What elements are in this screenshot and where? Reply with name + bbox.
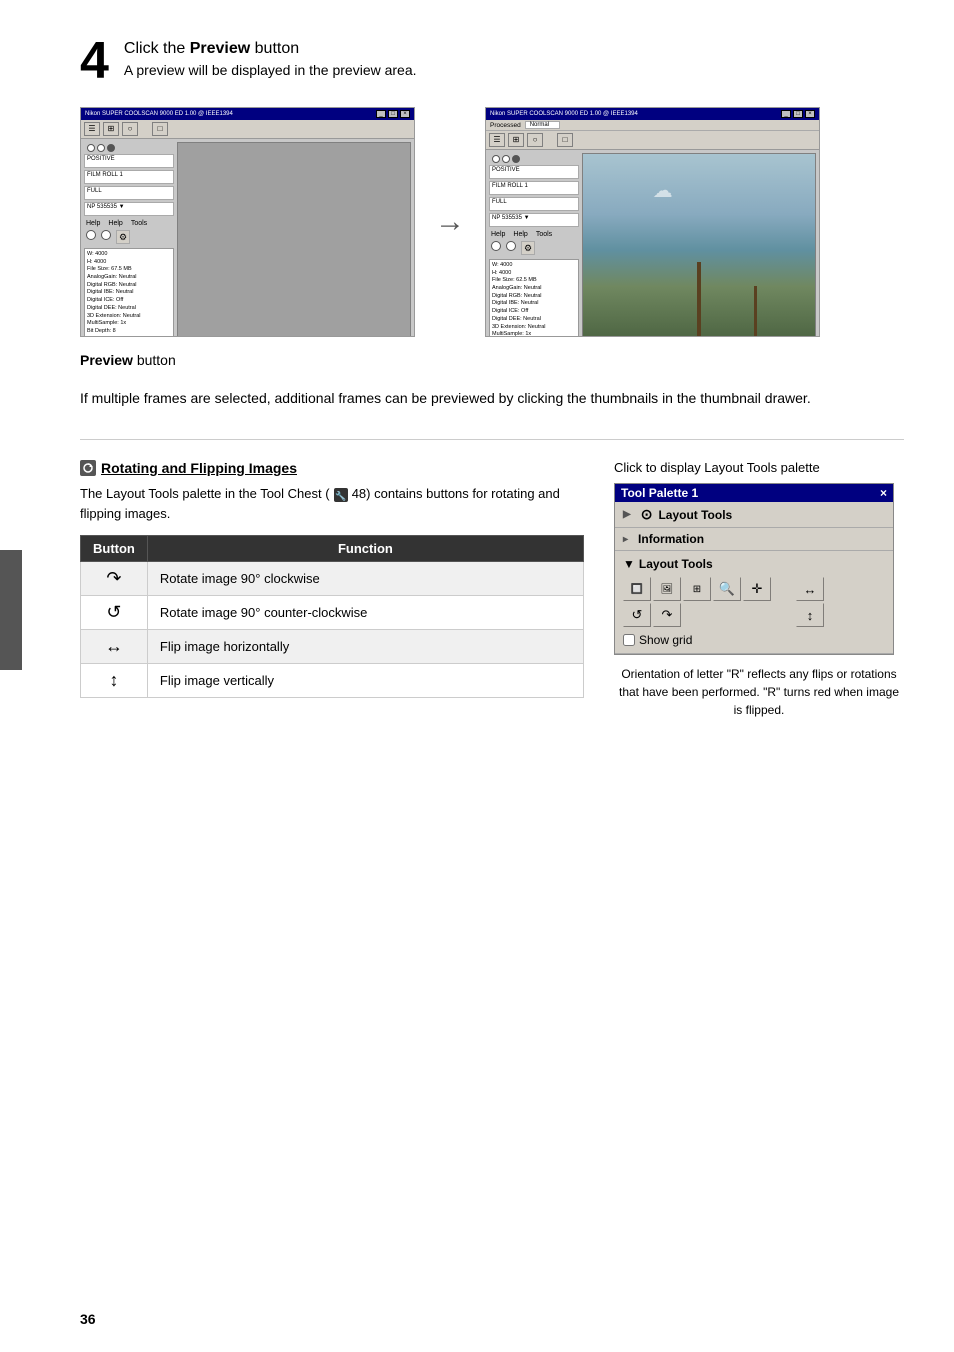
arrow-right: → [435,205,465,239]
col-button-header: Button [81,536,148,562]
step-heading: Click the Preview button [124,40,417,58]
table-row: ↷Rotate image 90° clockwise [81,562,584,596]
function-cell: Flip image vertically [147,664,583,698]
palette-close-btn[interactable]: × [880,486,887,500]
svg-text:🔧: 🔧 [335,490,346,501]
function-cell: Flip image horizontally [147,630,583,664]
button-function-table: Button Function ↷Rotate image 90° clockw… [80,535,584,698]
rotating-right: Click to display Layout Tools palette To… [614,460,904,719]
table-row: ↺Rotate image 90° counter-clockwise [81,596,584,630]
rotating-section: Rotating and Flipping Images The Layout … [80,460,904,719]
table-row: ↔Flip image horizontally [81,630,584,664]
step-number: 4 [80,35,109,87]
side-tab [0,550,22,670]
scanner-body-after: POSITIVE FILM ROLL 1 FULL NP 535535 ▼ He… [486,150,819,337]
col-function-header: Function [147,536,583,562]
step-content: Click the Preview button A preview will … [124,40,417,78]
rotate-icon [80,460,96,476]
function-cell: Rotate image 90° clockwise [147,562,583,596]
function-cell: Rotate image 90° counter-clockwise [147,596,583,630]
section-heading-text: Rotating and Flipping Images [101,460,297,476]
tool-palette-window: Tool Palette 1 × ▶ ⊙ Layout Tools ▸ Info… [614,483,894,655]
before-screenshot: Nikon SUPER COOLSCAN 9000 ED 1.00 @ IEEE… [80,107,415,337]
button-cell: ↺ [81,596,148,630]
scanner-body-before: POSITIVE FILM ROLL 1 FULL NP 535535 ▼ He… [81,139,414,337]
palette-information-item[interactable]: ▸ Information [615,528,893,551]
palette-layout-tools-section: ▼ Layout Tools 🔲 🖼 ⊞ 🔍 ✛ ↺ ↷ [615,551,893,654]
palette-caption: Orientation of letter "R" reflects any f… [614,665,904,719]
description-paragraph: If multiple frames are selected, additio… [80,388,904,409]
scanner-toolbar-before: ☰ ⊞ ○ □ [81,120,414,139]
tool-chest-icon: 🔧 [333,487,349,503]
layout-section-expand: ▼ [623,557,635,571]
button-cell: ↕ [81,664,148,698]
table-row: ↕Flip image vertically [81,664,584,698]
preview-button-label: Preview button [80,352,904,368]
scanner-ui-after: Nikon SUPER COOLSCAN 9000 ED 1.00 @ IEEE… [486,108,819,336]
step-subheading: A preview will be displayed in the previ… [124,62,417,78]
layout-tools-expand-icon: ▶ [623,509,631,520]
after-screenshot: Nikon SUPER COOLSCAN 9000 ED 1.00 @ IEEE… [485,107,820,337]
lt-cw-btn[interactable]: ↷ [653,603,681,627]
section-heading: Rotating and Flipping Images [80,460,584,476]
scanner-preview-after: ☁ [582,153,816,337]
show-grid-row: Show grid [623,633,885,647]
layout-tools-label: Layout Tools [658,508,732,522]
scanner-toolbar-after: ☰ ⊞ ○ □ [486,131,819,150]
page-container: 4 Click the Preview button A preview wil… [0,0,954,1352]
section-divider [80,439,904,440]
page-number: 36 [80,1311,96,1327]
show-grid-label: Show grid [639,633,692,647]
layout-section-label: Layout Tools [639,557,713,571]
intro-text: The Layout Tools palette in the Tool Che… [80,484,584,523]
information-label: Information [638,532,704,546]
rotating-left: Rotating and Flipping Images The Layout … [80,460,584,719]
lt-zoom-btn[interactable]: 🔍 [713,577,741,601]
button-cell: ↷ [81,562,148,596]
information-expand-icon: ▸ [623,534,628,545]
button-cell: ↔ [81,630,148,664]
palette-section-header: ▼ Layout Tools [623,557,885,571]
palette-click-label: Click to display Layout Tools palette [614,460,904,475]
layout-tools-circle-icon: ⊙ [641,506,653,523]
scanner-titlebar-before: Nikon SUPER COOLSCAN 9000 ED 1.00 @ IEEE… [81,108,414,120]
lt-grid-btn[interactable]: ⊞ [683,577,711,601]
lt-crosshair-btn[interactable]: ✛ [743,577,771,601]
lt-scan-btn[interactable]: 🔲 [623,577,651,601]
show-grid-checkbox[interactable] [623,634,635,646]
scanner-titlebar-after: Nikon SUPER COOLSCAN 9000 ED 1.00 @ IEEE… [486,108,819,120]
scanner-ui-before: Nikon SUPER COOLSCAN 9000 ED 1.00 @ IEEE… [81,108,414,336]
palette-layout-tools-item[interactable]: ▶ ⊙ Layout Tools [615,502,893,528]
lt-flip-v-btn[interactable]: ↕ [796,603,824,627]
lt-frame-btn[interactable]: 🖼 [653,577,681,601]
lt-flip-h-btn[interactable]: ↔ [796,577,824,601]
palette-titlebar: Tool Palette 1 × [615,484,893,502]
palette-title: Tool Palette 1 [621,486,698,500]
screenshots-row: Nikon SUPER COOLSCAN 9000 ED 1.00 @ IEEE… [80,107,904,337]
lt-ccw-btn[interactable]: ↺ [623,603,651,627]
step-section: 4 Click the Preview button A preview wil… [80,40,904,87]
scanner-preview-before [177,142,411,337]
